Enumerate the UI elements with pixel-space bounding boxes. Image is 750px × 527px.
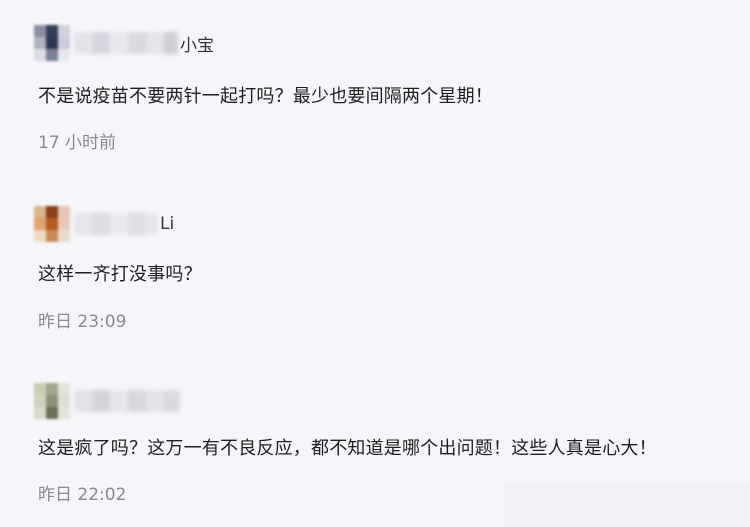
comment-time: 17 小时前 <box>38 133 117 153</box>
watermark <box>505 482 750 527</box>
comment-time: 昨日 23:09 <box>38 312 127 332</box>
comment-text: 这样一齐打没事吗？ <box>38 264 202 285</box>
comment-author[interactable]: 小宝 <box>34 20 214 66</box>
avatar[interactable] <box>34 25 70 61</box>
comment-time: 昨日 22:02 <box>38 485 127 505</box>
comment-author[interactable]: Li <box>34 201 174 247</box>
username[interactable]: 小宝 <box>180 31 214 56</box>
comment-author[interactable] <box>34 378 182 424</box>
username-obscured <box>74 32 178 54</box>
username[interactable]: Li <box>160 214 174 234</box>
avatar[interactable] <box>34 206 70 242</box>
comment-text: 这是疯了吗？这万一有不良反应，都不知道是哪个出问题！这些人真是心大！ <box>38 438 657 459</box>
comment-text: 不是说疫苗不要两针一起打吗？最少也要间隔两个星期！ <box>38 86 493 107</box>
username-obscured <box>74 213 158 235</box>
avatar[interactable] <box>34 383 70 419</box>
username-obscured <box>74 390 180 412</box>
